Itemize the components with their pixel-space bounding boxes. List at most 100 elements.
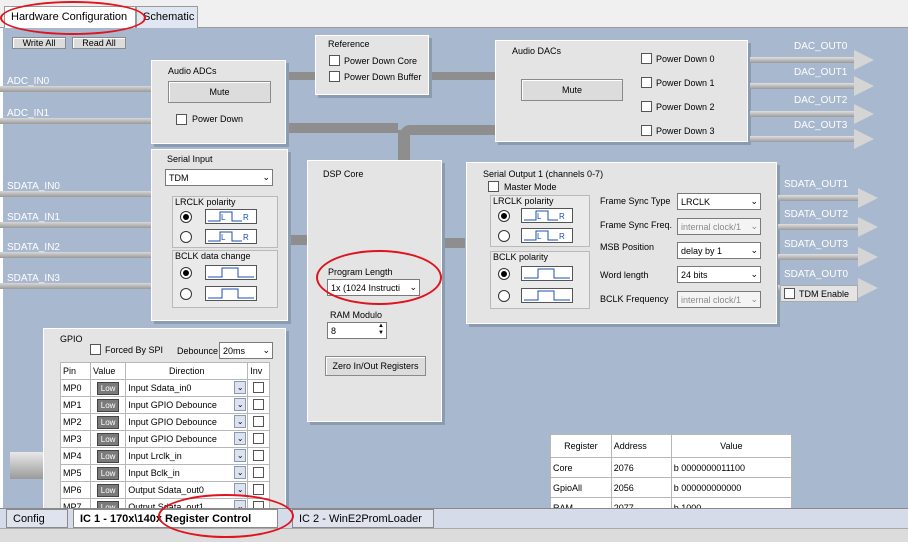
power-down-core-checkbox[interactable]	[329, 55, 340, 66]
register-address: 2076	[610, 457, 672, 478]
tdm-enable-checkbox[interactable]	[784, 288, 795, 299]
dac-power-down-3-label: Power Down 3	[656, 126, 715, 136]
gpio-direction-select[interactable]: Input GPIO Debounce ⌄	[125, 430, 249, 448]
ram-modulo-label: RAM Modulo	[330, 310, 383, 320]
bclk-data-change-radio-2[interactable]	[180, 288, 192, 300]
register-name: Core	[550, 457, 612, 478]
gpio-value-button[interactable]: Low	[96, 483, 120, 497]
gpio-direction-select[interactable]: Input Sdata_in0 ⌄	[125, 379, 249, 397]
gpio-inv-checkbox[interactable]	[253, 483, 265, 495]
dac-out0-label: DAC_OUT0	[794, 41, 848, 52]
bclk-data-change-radio-1[interactable]	[180, 267, 192, 279]
audio-adcs-panel: Audio ADCs Mute Power Down	[151, 60, 286, 144]
chevron-down-icon: ⌄	[262, 172, 270, 182]
chevron-down-icon: ⌄	[234, 381, 247, 394]
gpio-value-button[interactable]: Low	[96, 466, 120, 480]
forced-by-spi-checkbox[interactable]	[90, 344, 101, 355]
chevron-down-icon: ⌄	[234, 398, 247, 411]
gpio-inv-checkbox[interactable]	[253, 466, 265, 478]
tab-ic2-wine2promloader[interactable]: IC 2 - WinE2PromLoader	[292, 509, 434, 528]
chevron-down-icon: ⌄	[750, 221, 758, 231]
register-value[interactable]: b 000000000000	[670, 477, 793, 498]
write-all-button[interactable]: Write All	[12, 37, 66, 49]
gpio-direction-value: Input GPIO Debounce	[128, 400, 217, 410]
adc-in1-label: ADC_IN1	[7, 108, 50, 119]
output-lrclk-polarity-group: LRCLK polarity LR LR	[490, 195, 590, 247]
word-length-value: 24 bits	[681, 270, 708, 280]
output-bclk-polarity-group: BCLK polarity	[490, 251, 590, 309]
adc-power-down-label: Power Down	[192, 114, 244, 124]
output-lrclk-radio-2[interactable]	[498, 230, 510, 242]
chevron-down-icon: ⌄	[750, 196, 758, 206]
reference-panel: Reference Power Down Core Power Down Buf…	[315, 35, 429, 95]
annotation-circle-hardware-tab	[0, 1, 146, 35]
output-lrclk-waveform-icon: LR	[521, 208, 573, 223]
lrclk-polarity-radio-2[interactable]	[180, 231, 192, 243]
gpio-value-button[interactable]: Low	[96, 449, 120, 463]
output-bclk-radio-2[interactable]	[498, 290, 510, 302]
gpio-value-button[interactable]: Low	[96, 398, 120, 412]
debounce-select[interactable]: 20ms ⌄	[219, 342, 273, 359]
dac-out0-arrow	[750, 50, 874, 70]
gpio-col-pin: Pin	[60, 362, 91, 380]
zero-registers-button[interactable]: Zero In/Out Registers	[325, 356, 426, 376]
adc-power-down-checkbox[interactable]	[176, 114, 187, 125]
svg-text:R: R	[559, 212, 565, 221]
frame-sync-freq-select[interactable]: internal clock/1 ⌄	[677, 218, 761, 235]
reg-col-value: Value	[670, 434, 793, 458]
gpio-value-button[interactable]: Low	[96, 415, 120, 429]
gpio-direction-value: Input GPIO Debounce	[128, 417, 217, 427]
master-mode-checkbox[interactable]	[488, 181, 499, 192]
register-address: 2056	[610, 477, 672, 498]
msb-position-select[interactable]: delay by 1 ⌄	[677, 242, 761, 259]
gpio-direction-select[interactable]: Input Bclk_in ⌄	[125, 464, 249, 482]
pipe-adc-dsp	[288, 123, 398, 133]
gpio-inv-checkbox[interactable]	[253, 398, 265, 410]
tab-config[interactable]: Config	[6, 509, 68, 528]
bclk-frequency-value: internal clock/1	[681, 295, 742, 305]
sdata-out1-label: SDATA_OUT1	[784, 179, 849, 190]
gpio-value-button[interactable]: Low	[96, 381, 120, 395]
output-lrclk-radio-1[interactable]	[498, 210, 510, 222]
frame-sync-type-select[interactable]: LRCLK ⌄	[677, 193, 761, 210]
serial-input-format-select[interactable]: TDM ⌄	[165, 169, 273, 186]
output-bclk-waveform-icon	[521, 266, 573, 281]
gpio-pin: MP3	[60, 430, 91, 448]
dac-power-down-3-checkbox[interactable]	[641, 125, 652, 136]
adc-mute-button[interactable]: Mute	[168, 81, 271, 103]
dac-power-down-0-checkbox[interactable]	[641, 53, 652, 64]
chevron-down-icon: ⌄	[234, 432, 247, 445]
power-down-buffer-checkbox[interactable]	[329, 71, 340, 82]
svg-text:R: R	[559, 232, 565, 241]
bclk-waveform-inv-icon	[205, 286, 257, 301]
gpio-direction-select[interactable]: Input Lrclk_in ⌄	[125, 447, 249, 465]
gpio-value-button[interactable]: Low	[96, 432, 120, 446]
gpio-inv-checkbox[interactable]	[253, 432, 265, 444]
chevron-down-icon: ⌄	[750, 245, 758, 255]
msb-position-label: MSB Position	[600, 242, 655, 252]
word-length-select[interactable]: 24 bits ⌄	[677, 266, 761, 283]
register-value[interactable]: b 0000000011100	[670, 457, 793, 478]
gpio-inv-checkbox[interactable]	[253, 449, 265, 461]
sdata-in2-label: SDATA_IN2	[7, 242, 60, 253]
read-all-button[interactable]: Read All	[72, 37, 126, 49]
frame-sync-freq-label: Frame Sync Freq.	[600, 220, 673, 230]
serial-input-panel: Serial Input TDM ⌄ LRCLK polarity LR LR B…	[151, 149, 288, 321]
gpio-inv-checkbox[interactable]	[253, 415, 265, 427]
gpio-direction-select[interactable]: Input GPIO Debounce ⌄	[125, 413, 249, 431]
chevron-down-icon: ⌄	[234, 449, 247, 462]
dac-mute-button[interactable]: Mute	[521, 79, 623, 101]
ram-modulo-spinner[interactable]: 8 ▲ ▼	[327, 322, 387, 339]
master-mode-label: Master Mode	[504, 182, 557, 192]
gpio-inv-checkbox[interactable]	[253, 381, 265, 393]
lrclk-polarity-group: LRCLK polarity LR LR	[172, 196, 278, 248]
dac-power-down-1-checkbox[interactable]	[641, 77, 652, 88]
bclk-frequency-select[interactable]: internal clock/1 ⌄	[677, 291, 761, 308]
output-bclk-radio-1[interactable]	[498, 268, 510, 280]
tdm-enable-box: TDM Enable	[780, 285, 858, 302]
dac-power-down-2-checkbox[interactable]	[641, 101, 652, 112]
output-lrclk-polarity-label: LRCLK polarity	[493, 196, 554, 206]
register-name: GpioAll	[550, 477, 612, 498]
gpio-direction-select[interactable]: Input GPIO Debounce ⌄	[125, 396, 249, 414]
lrclk-polarity-radio-1[interactable]	[180, 211, 192, 223]
